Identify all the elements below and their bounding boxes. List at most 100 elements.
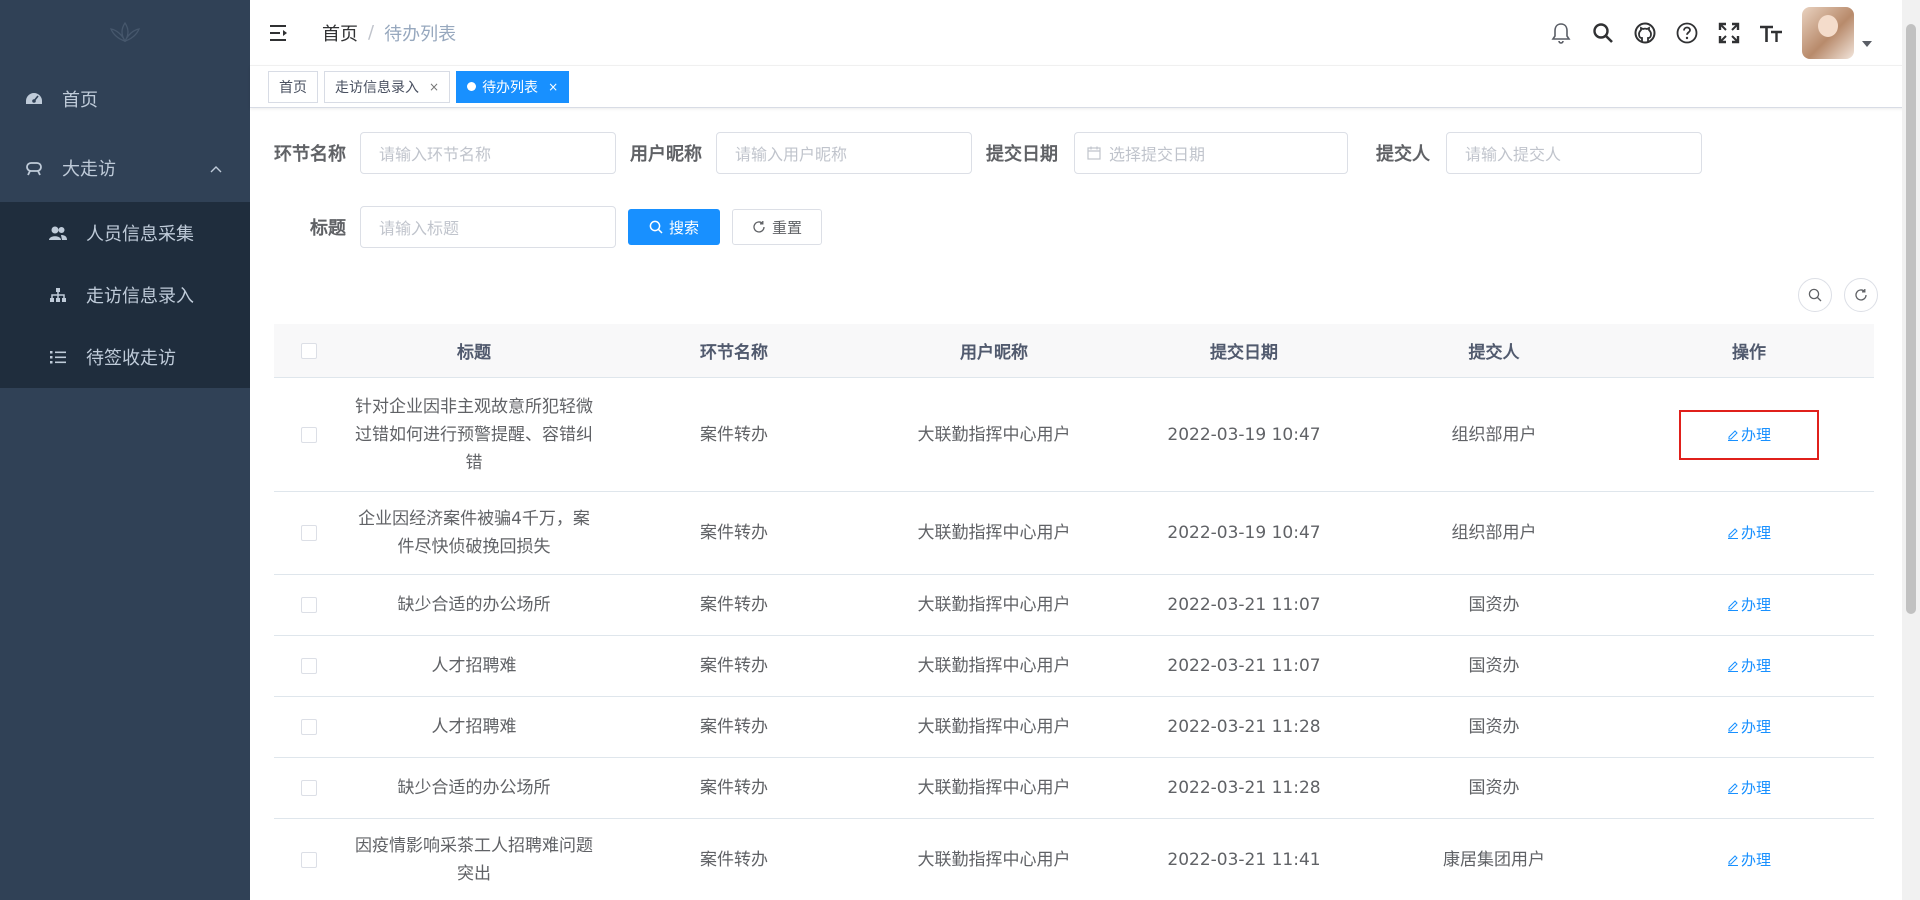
reset-button[interactable]: 重置	[732, 209, 822, 245]
header-user: 用户昵称	[960, 343, 1028, 363]
handle-button[interactable]: 办理	[1727, 774, 1771, 802]
navbar: 首页 / 待办列表	[250, 0, 1920, 66]
hamburger-icon[interactable]	[270, 22, 292, 44]
question-icon[interactable]	[1674, 20, 1700, 46]
submenu: 人员信息采集 走访信息录入 待签收走访	[0, 202, 250, 388]
cell-user: 大联勤指挥中心用户	[917, 595, 1071, 615]
cell-user: 大联勤指挥中心用户	[917, 424, 1071, 445]
select-all-checkbox[interactable]	[301, 342, 317, 359]
cell-date: 2022-03-21 11:07	[1167, 595, 1321, 615]
user-nickname-input[interactable]: 请输入用户昵称	[716, 132, 972, 174]
cell-operation: 办理	[1624, 519, 1874, 547]
search-icon[interactable]	[1590, 20, 1616, 46]
edit-icon	[1727, 528, 1738, 539]
handle-button[interactable]: 办理	[1727, 713, 1771, 741]
fullscreen-icon[interactable]	[1716, 20, 1742, 46]
cell-submitter: 组织部用户	[1451, 424, 1537, 445]
cell-user: 大联勤指挥中心用户	[917, 850, 1071, 870]
cell-submitter: 组织部用户	[1451, 523, 1537, 543]
page-scrollbar[interactable]	[1902, 0, 1920, 900]
sidebar-item-visit[interactable]: 大走访	[0, 133, 250, 202]
row-checkbox[interactable]	[301, 525, 317, 541]
cell-user: 大联勤指挥中心用户	[917, 656, 1071, 676]
reset-button-label: 重置	[771, 218, 802, 237]
row-checkbox[interactable]	[301, 780, 317, 796]
search-form: 环节名称 请输入环节名称 用户昵称 请输入用户昵称 提交日期 选择提交日期 提交…	[274, 132, 1702, 248]
tag-home[interactable]: 首页	[268, 70, 318, 103]
close-icon[interactable]: ×	[429, 80, 439, 94]
cell-operation: 办理	[1624, 652, 1874, 680]
search-button[interactable]: 搜索	[628, 209, 720, 245]
breadcrumb-separator: /	[368, 22, 375, 43]
todo-table: 标题 环节名称 用户昵称 提交日期 提交人 操作 针对企业因非主观故意所犯轻微过…	[274, 324, 1874, 900]
submit-date-label: 提交日期	[986, 144, 1058, 165]
handle-button[interactable]: 办理	[1727, 846, 1771, 874]
github-icon[interactable]	[1632, 20, 1658, 46]
cell-operation: 办理	[1624, 774, 1874, 802]
toggle-search-button[interactable]	[1798, 278, 1832, 312]
cell-date: 2022-03-21 11:28	[1167, 717, 1321, 737]
row-checkbox[interactable]	[301, 597, 317, 613]
font-size-icon[interactable]	[1758, 20, 1784, 46]
handle-button[interactable]: 办理	[1727, 652, 1771, 680]
caret-down-icon[interactable]	[1862, 41, 1872, 47]
refresh-icon	[1855, 289, 1867, 301]
user-nickname-label: 用户昵称	[630, 144, 702, 165]
handle-label: 办理	[1740, 718, 1771, 736]
sidebar-item-home[interactable]: 首页	[0, 64, 250, 133]
header-node: 环节名称	[700, 343, 768, 363]
table-row: 人才招聘难 案件转办 大联勤指挥中心用户 2022-03-21 11:07 国资…	[274, 636, 1874, 697]
table-row: 人才招聘难 案件转办 大联勤指挥中心用户 2022-03-21 11:28 国资…	[274, 697, 1874, 758]
cell-date: 2022-03-21 11:41	[1167, 850, 1321, 870]
checkbox-cell	[274, 719, 344, 735]
cell-user: 大联勤指挥中心用户	[917, 523, 1071, 543]
search-icon	[1808, 288, 1822, 302]
handle-button[interactable]: 办理	[1727, 421, 1771, 449]
tag-visit-entry[interactable]: 走访信息录入 ×	[324, 70, 451, 103]
close-icon[interactable]: ×	[548, 80, 558, 94]
dashboard-icon	[24, 89, 44, 109]
handle-button[interactable]: 办理	[1727, 591, 1771, 619]
cell-operation: 办理	[1624, 846, 1874, 874]
cell-submitter: 国资办	[1468, 717, 1520, 737]
active-dot	[467, 82, 477, 91]
header-checkbox-cell	[274, 342, 344, 359]
submit-date-picker[interactable]: 选择提交日期	[1074, 132, 1348, 174]
submitter-label: 提交人	[1376, 144, 1430, 165]
cell-submitter: 国资办	[1468, 778, 1520, 798]
breadcrumb-home[interactable]: 首页	[322, 20, 358, 46]
cell-operation: 办理	[1624, 409, 1874, 460]
table-row: 缺少合适的办公场所 案件转办 大联勤指挥中心用户 2022-03-21 11:0…	[274, 575, 1874, 636]
row-checkbox[interactable]	[301, 719, 317, 735]
tag-label: 走访信息录入	[335, 79, 419, 96]
sidebar-item-pending-sign[interactable]: 待签收走访	[0, 326, 250, 388]
refresh-button[interactable]	[1844, 278, 1878, 312]
row-checkbox[interactable]	[301, 426, 317, 443]
handle-button[interactable]: 办理	[1727, 519, 1771, 547]
tag-todo-list[interactable]: 待办列表 ×	[456, 70, 570, 103]
calendar-icon	[1087, 146, 1101, 160]
table-row: 针对企业因非主观故意所犯轻微过错如何进行预警提醒、容错纠错 案件转办 大联勤指挥…	[274, 378, 1874, 492]
node-name-label: 环节名称	[274, 144, 346, 165]
sidebar-item-people-collect[interactable]: 人员信息采集	[0, 202, 250, 264]
right-menu	[1532, 0, 1872, 66]
sidebar-item-label: 走访信息录入	[86, 286, 194, 307]
row-checkbox[interactable]	[301, 852, 317, 868]
title-input[interactable]: 请输入标题	[360, 206, 616, 248]
sidebar-item-visit-entry[interactable]: 走访信息录入	[0, 264, 250, 326]
scrollbar-thumb[interactable]	[1906, 24, 1916, 614]
tags-view: 首页 走访信息录入 × 待办列表 ×	[250, 66, 1920, 108]
handle-label: 办理	[1740, 657, 1771, 675]
node-name-input[interactable]: 请输入环节名称	[360, 132, 616, 174]
submitter-input[interactable]: 请输入提交人	[1446, 132, 1702, 174]
avatar[interactable]	[1802, 7, 1854, 59]
highlight-box: 办理	[1679, 409, 1819, 460]
handle-label: 办理	[1740, 851, 1771, 869]
tag-label: 首页	[279, 79, 307, 96]
tag-label: 待办列表	[482, 79, 539, 96]
bell-icon[interactable]	[1548, 20, 1574, 46]
row-checkbox[interactable]	[301, 658, 317, 674]
cell-submitter: 康居集团用户	[1443, 850, 1545, 870]
handle-label: 办理	[1740, 425, 1771, 444]
cell-node: 案件转办	[700, 595, 768, 615]
